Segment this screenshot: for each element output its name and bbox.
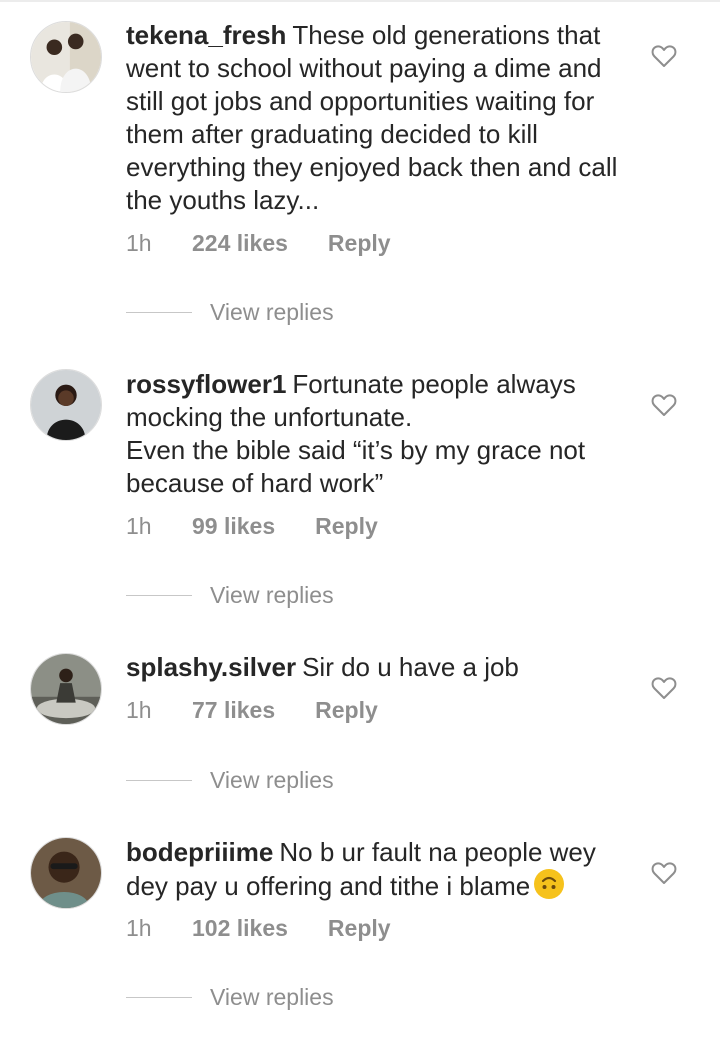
avatar[interactable]: [30, 21, 102, 93]
comment-text: splashy.silver Sir do u have a job: [126, 651, 626, 684]
divider-line: [126, 997, 192, 998]
comment-time: 1h: [126, 697, 152, 723]
comment-username[interactable]: rossyflower1: [126, 369, 286, 399]
avatar[interactable]: [30, 653, 102, 725]
view-replies-button[interactable]: View replies: [126, 299, 334, 326]
divider-line: [126, 780, 192, 781]
top-divider: [0, 0, 720, 2]
heart-icon[interactable]: [651, 393, 677, 417]
comment-likes[interactable]: 99 likes: [192, 513, 275, 540]
comment-time: 1h: [126, 915, 152, 941]
view-replies-label: View replies: [210, 767, 334, 793]
comment-meta: 1h 224 likes Reply: [126, 230, 391, 257]
comment-likes[interactable]: 77 likes: [192, 697, 275, 724]
comment-likes[interactable]: 102 likes: [192, 915, 288, 942]
reply-button[interactable]: Reply: [315, 697, 378, 724]
view-replies-label: View replies: [210, 299, 334, 325]
comment-username[interactable]: tekena_fresh: [126, 20, 286, 50]
heart-icon[interactable]: [651, 861, 677, 885]
comment-meta: 1h 77 likes Reply: [126, 697, 378, 724]
comment-body: Sir do u have a job: [302, 652, 519, 682]
comment-time: 1h: [126, 513, 152, 539]
comment-username[interactable]: splashy.silver: [126, 652, 296, 682]
heart-icon[interactable]: [651, 44, 677, 68]
comment-text: tekena_fresh These old generations that w…: [126, 19, 626, 217]
reply-button[interactable]: Reply: [315, 513, 378, 540]
reply-button[interactable]: Reply: [328, 915, 391, 942]
comment-meta: 1h 99 likes Reply: [126, 513, 378, 540]
divider-line: [126, 312, 192, 313]
view-replies-label: View replies: [210, 984, 334, 1010]
comment-username[interactable]: bodepriiime: [126, 837, 273, 867]
view-replies-label: View replies: [210, 582, 334, 608]
view-replies-button[interactable]: View replies: [126, 767, 334, 794]
comment-text: bodepriiime No b ur fault na people wey d…: [126, 836, 626, 903]
divider-line: [126, 595, 192, 596]
comment-text: rossyflower1 Fortunate people always mock…: [126, 368, 626, 500]
reply-button[interactable]: Reply: [328, 230, 391, 257]
comment-likes[interactable]: 224 likes: [192, 230, 288, 257]
upside-down-face-emoji: [534, 869, 565, 899]
view-replies-button[interactable]: View replies: [126, 582, 334, 609]
avatar[interactable]: [30, 369, 102, 441]
view-replies-button[interactable]: View replies: [126, 984, 334, 1011]
avatar[interactable]: [30, 837, 102, 909]
comment-time: 1h: [126, 230, 152, 256]
heart-icon[interactable]: [651, 676, 677, 700]
comment-meta: 1h 102 likes Reply: [126, 915, 391, 942]
